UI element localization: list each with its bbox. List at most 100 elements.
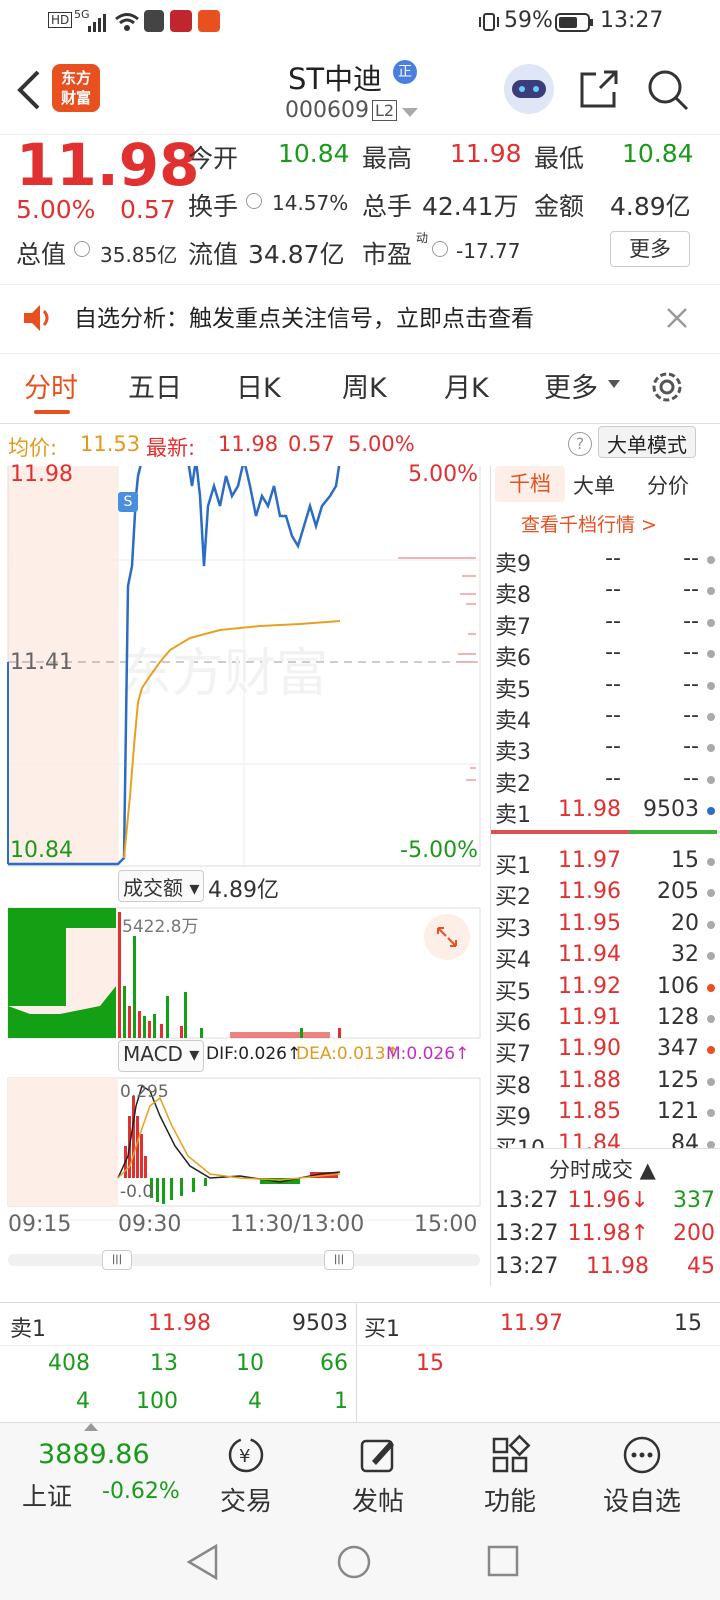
sell-signal-marker[interactable]: S [118,492,138,512]
info-icon[interactable] [246,193,262,209]
wifi-icon [115,13,139,31]
bid-row[interactable]: 买5 11.92 106 [491,972,720,1005]
back-icon[interactable] [14,70,42,110]
sell1-label: 卖1 [10,1317,46,1342]
ask-row[interactable]: 卖7 -- -- [491,607,720,640]
volume-indicator-select[interactable]: 成交额 ▾ [118,870,205,902]
battery-percent: 59% [504,8,553,33]
info-icon[interactable] [432,241,448,257]
app-logo[interactable]: 东方 财富 [52,64,100,112]
expand-icon[interactable] [424,914,470,960]
level-volume: -- [683,703,699,728]
ask-row[interactable]: 卖3 -- -- [491,732,720,765]
price-axis-top: 11.98 [10,462,73,487]
bid-row[interactable]: 买9 11.85 121 [491,1097,720,1130]
level-volume: 84 [671,1130,699,1148]
tab-weekly-k[interactable]: 周K [342,366,387,405]
close-icon[interactable] [666,307,688,329]
nav-label: 交易 [219,1487,272,1517]
level-label: 卖2 [495,771,531,797]
tick-trades-title: 分时成交 [549,1158,633,1182]
tick-trades-label[interactable]: 分时成交 ▲ [549,1154,656,1184]
latest-label: 最新: [146,436,196,460]
intraday-chart[interactable]: 东方财富 11.98 11.41 10.84 5.00% -5.00% S 成交… [0,462,490,1286]
nav-functions[interactable]: 功能 [450,1433,570,1518]
tick-volume: 45 [687,1254,715,1279]
volume-value: 42.41万 [422,192,519,221]
turnover-label: 换手 [188,192,239,221]
bid-row[interactable]: 买10 11.84 84 [491,1129,720,1148]
bid-row[interactable]: 买1 11.97 15 [491,846,720,879]
more-button[interactable]: 更多 [610,231,690,267]
bid-row[interactable]: 买6 11.91 128 [491,1003,720,1036]
tab-big-order[interactable]: 大单 [573,470,615,500]
grid-icon [492,1434,531,1473]
ask-row[interactable]: 卖1 11.98 9503 [491,795,720,828]
queue-volume: 1 [334,1389,348,1414]
bid-row[interactable]: 买2 11.96 205 [491,877,720,911]
caret-down-icon[interactable] [608,380,620,390]
nav-trade[interactable]: ¥ 交易 [186,1433,306,1518]
battery-icon [555,13,593,32]
tab-monthly-k[interactable]: 月K [444,366,489,405]
ask-row[interactable]: 卖5 -- -- [491,670,720,703]
ai-assistant-icon[interactable] [504,64,554,114]
pe-sup: 动 [416,231,429,245]
macd-indicator-select[interactable]: MACD ▾ [118,1040,205,1072]
tab-thousand-level[interactable]: 千档 [495,466,565,502]
bid-row[interactable]: 买7 11.90 347 [491,1034,720,1067]
pe-value: -17.77 [456,239,521,263]
open-value: 10.84 [278,139,350,168]
share-icon[interactable] [578,68,620,110]
level-label: 买2 [495,885,531,911]
level-price: 11.90 [558,1036,621,1062]
queue-volume: 4 [76,1389,90,1414]
last-price: 11.98 [16,131,200,199]
ask-row[interactable]: 卖9 -- -- [491,544,720,577]
latest-value: 11.98 [218,432,279,456]
volume-label: 总手 [362,192,413,221]
ask-row[interactable]: 卖4 -- -- [491,701,720,734]
float-value: 34.87亿 [248,240,345,269]
ask-row[interactable]: 卖2 -- -- [491,764,720,797]
level2-badge[interactable]: L2 [372,100,398,121]
tab-more[interactable]: 更多 [544,366,598,405]
search-icon[interactable] [646,68,690,112]
caret-up-icon[interactable] [84,1423,98,1431]
home-circle-icon[interactable] [336,1544,372,1580]
help-icon[interactable]: ? [568,432,592,456]
notice-bar[interactable]: 自选分析：触发重点关注信号，立即点击查看 [0,284,720,354]
bid-row[interactable]: 买8 11.88 125 [491,1066,720,1099]
macd-axis-bottom: -0.0 [120,1182,154,1202]
tab-daily-k[interactable]: 日K [236,366,281,405]
level-volume: 20 [671,910,699,936]
recents-square-icon[interactable] [486,1544,520,1578]
buy1-price: 11.97 [500,1311,563,1336]
level-price: -- [605,703,621,728]
nav-set-watchlist[interactable]: 设自选 [582,1433,702,1518]
tab-intraday[interactable]: 分时 [24,366,78,405]
tab-price-dist[interactable]: 分价 [647,470,689,500]
level-price: 11.92 [558,973,621,999]
nav-post[interactable]: 发帖 [318,1433,438,1518]
range-handle-right[interactable]: ||| [324,1250,354,1270]
tick-row: 13:27 11.98 45 [491,1252,720,1284]
level-volume: 9503 [643,797,699,823]
ask-row[interactable]: 卖8 -- -- [491,575,720,608]
amount-value: 4.89亿 [610,192,691,221]
view-depth-link[interactable]: 查看千档行情 > [521,510,657,537]
info-icon[interactable] [74,241,90,257]
back-triangle-icon[interactable] [186,1544,220,1580]
bid-row[interactable]: 买4 11.94 32 [491,940,720,973]
sell1-price: 11.98 [148,1311,211,1336]
ask-row[interactable]: 卖6 -- -- [491,638,720,671]
speaker-icon [24,305,49,331]
bid-row[interactable]: 买3 11.95 20 [491,909,720,942]
settings-icon[interactable] [648,368,686,406]
macd-dif: DIF:0.026↑ [206,1044,302,1064]
range-handle-left[interactable]: ||| [102,1250,132,1270]
big-order-mode-button[interactable]: 大单模式 [598,426,696,458]
tab-five-day[interactable]: 五日 [128,366,182,405]
chevron-down-icon[interactable] [402,108,418,118]
index-ticker[interactable]: 3889.86 上证 -0.62% [0,1423,190,1523]
